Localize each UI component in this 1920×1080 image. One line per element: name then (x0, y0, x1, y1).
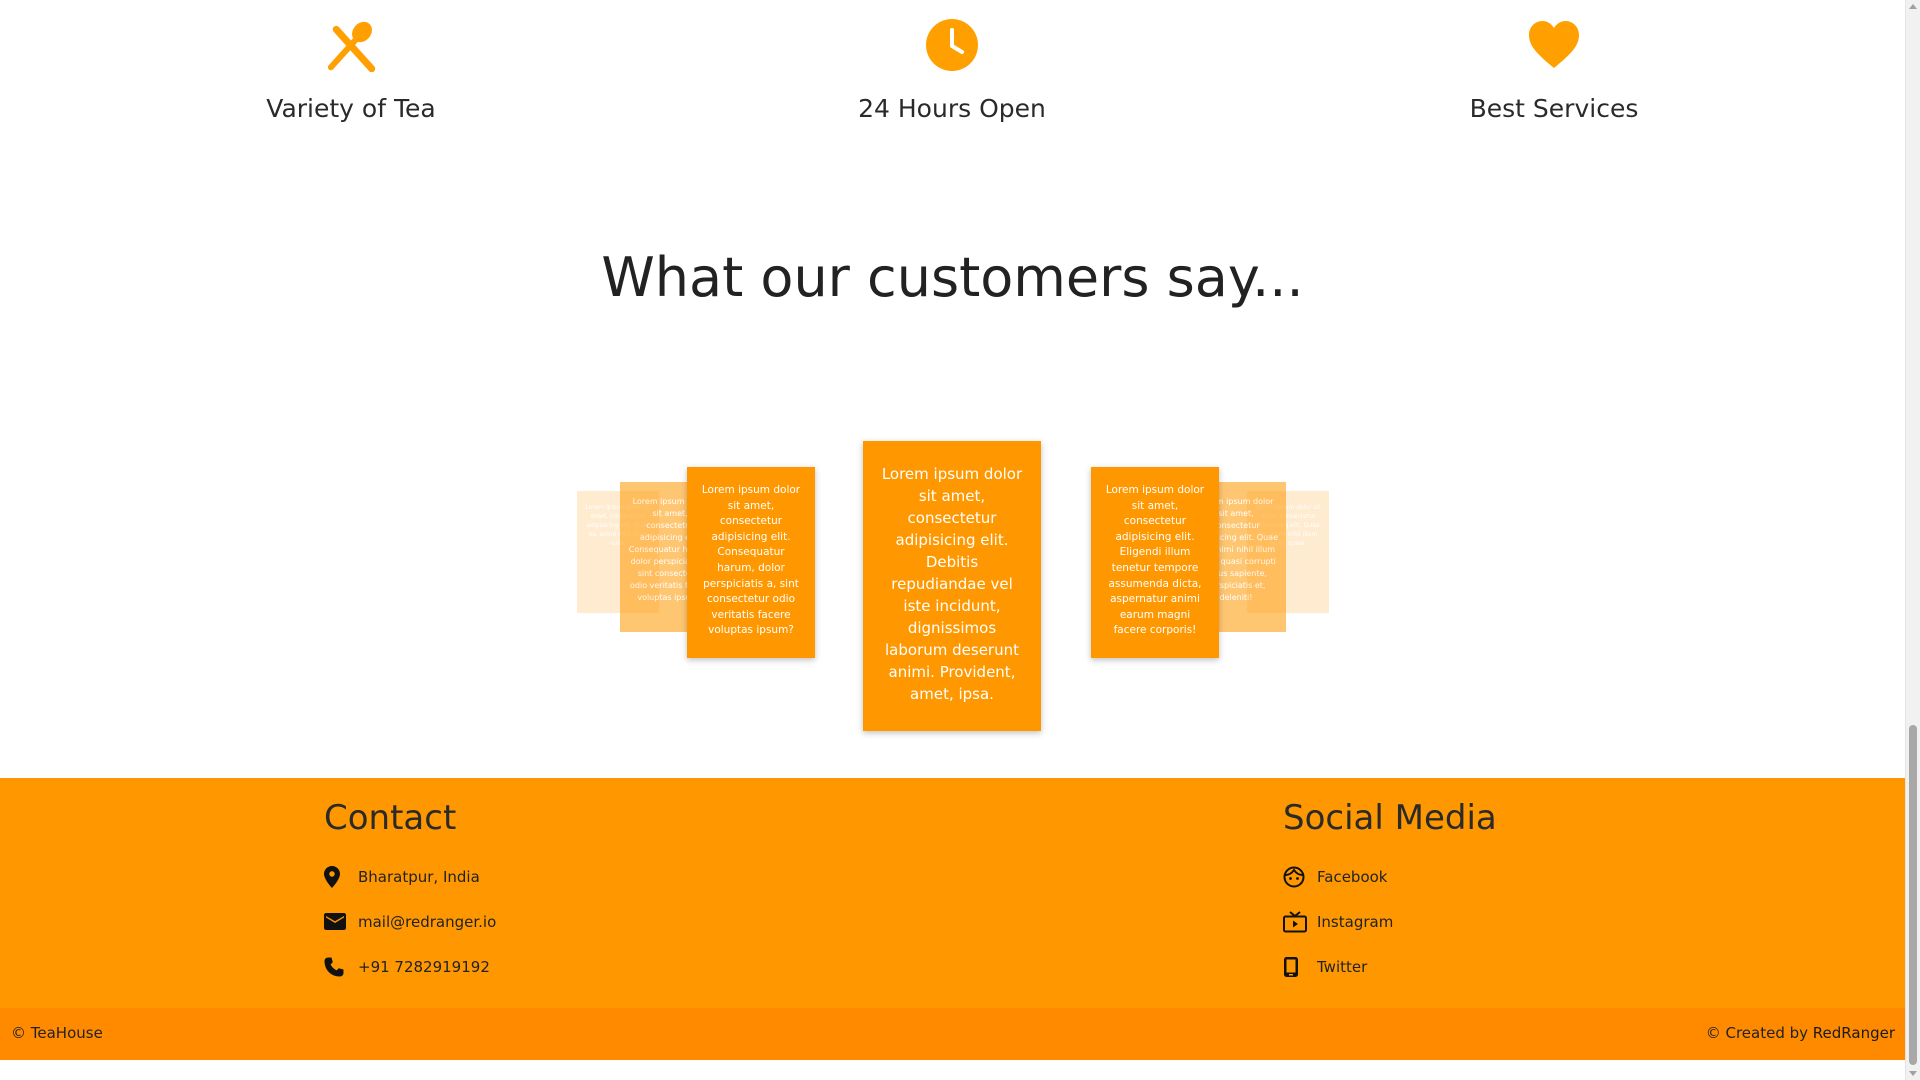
social-twitter[interactable]: Twitter (1283, 944, 1497, 989)
scrollbar-thumb[interactable] (1909, 725, 1917, 1065)
tv-icon (1283, 910, 1309, 933)
credits-text: © Created by RedRanger (1706, 1024, 1895, 1042)
contact-phone[interactable]: +91 7282919192 (324, 944, 496, 989)
feature-label: Best Services (1469, 94, 1639, 123)
social-facebook[interactable]: Facebook (1283, 854, 1497, 899)
feature-label: 24 Hours Open (858, 94, 1046, 123)
feature-24-hours-open: 24 Hours Open (752, 18, 1152, 123)
scroll-up-arrow-icon[interactable] (1909, 4, 1917, 9)
footer-bottom-bar: © TeaHouse © Created by RedRanger (0, 1008, 1905, 1060)
copyright-text: © TeaHouse (11, 1024, 103, 1042)
social-instagram-link[interactable]: Instagram (1317, 913, 1393, 931)
contact-address-text: Bharatpur, India (358, 867, 480, 886)
phone-icon (324, 956, 350, 978)
social-twitter-link[interactable]: Twitter (1317, 958, 1367, 976)
contact-email[interactable]: mail@redranger.io (324, 899, 496, 944)
social-section: Social Media Facebook Instagram Twitter (1283, 798, 1497, 989)
contact-title: Contact (324, 798, 457, 838)
heart-icon (1529, 21, 1579, 68)
footer: Contact Bharatpur, India mail@redranger.… (0, 778, 1905, 1008)
contact-phone-text[interactable]: +91 7282919192 (358, 958, 490, 976)
mail-icon (324, 911, 350, 933)
clock-icon (926, 19, 978, 71)
feature-best-services: Best Services (1354, 18, 1754, 123)
contact-address: Bharatpur, India (324, 854, 496, 899)
contact-email-text[interactable]: mail@redranger.io (358, 913, 496, 931)
social-facebook-link[interactable]: Facebook (1317, 868, 1387, 886)
social-title: Social Media (1283, 798, 1497, 838)
testimonial-card-active[interactable]: Lorem ipsum dolor sit amet, consectetur … (863, 441, 1041, 731)
feature-variety-of-tea: Variety of Tea (151, 18, 551, 123)
location-pin-icon (324, 865, 350, 888)
testimonials-title: What our customers say... (601, 246, 1304, 309)
face-icon (1283, 866, 1309, 888)
page-content: Variety of Tea 24 Hours Open Best Servic… (0, 0, 1905, 1080)
feature-label: Variety of Tea (266, 94, 436, 123)
credits-brand-link[interactable]: RedRanger (1813, 1024, 1895, 1042)
utensils-icon (327, 21, 376, 72)
testimonial-card-left[interactable]: Lorem ipsum dolor sit amet, consectetur … (687, 467, 815, 658)
smartphone-icon (1283, 956, 1309, 978)
testimonial-card-right[interactable]: Lorem ipsum dolor sit amet, consectetur … (1091, 467, 1219, 658)
credits-prefix: © Created by (1705, 1024, 1813, 1042)
contact-section: Contact Bharatpur, India mail@redranger.… (324, 798, 496, 989)
scroll-down-arrow-icon[interactable] (1909, 1071, 1917, 1076)
vertical-scrollbar[interactable] (1905, 0, 1920, 1080)
social-instagram[interactable]: Instagram (1283, 899, 1497, 944)
